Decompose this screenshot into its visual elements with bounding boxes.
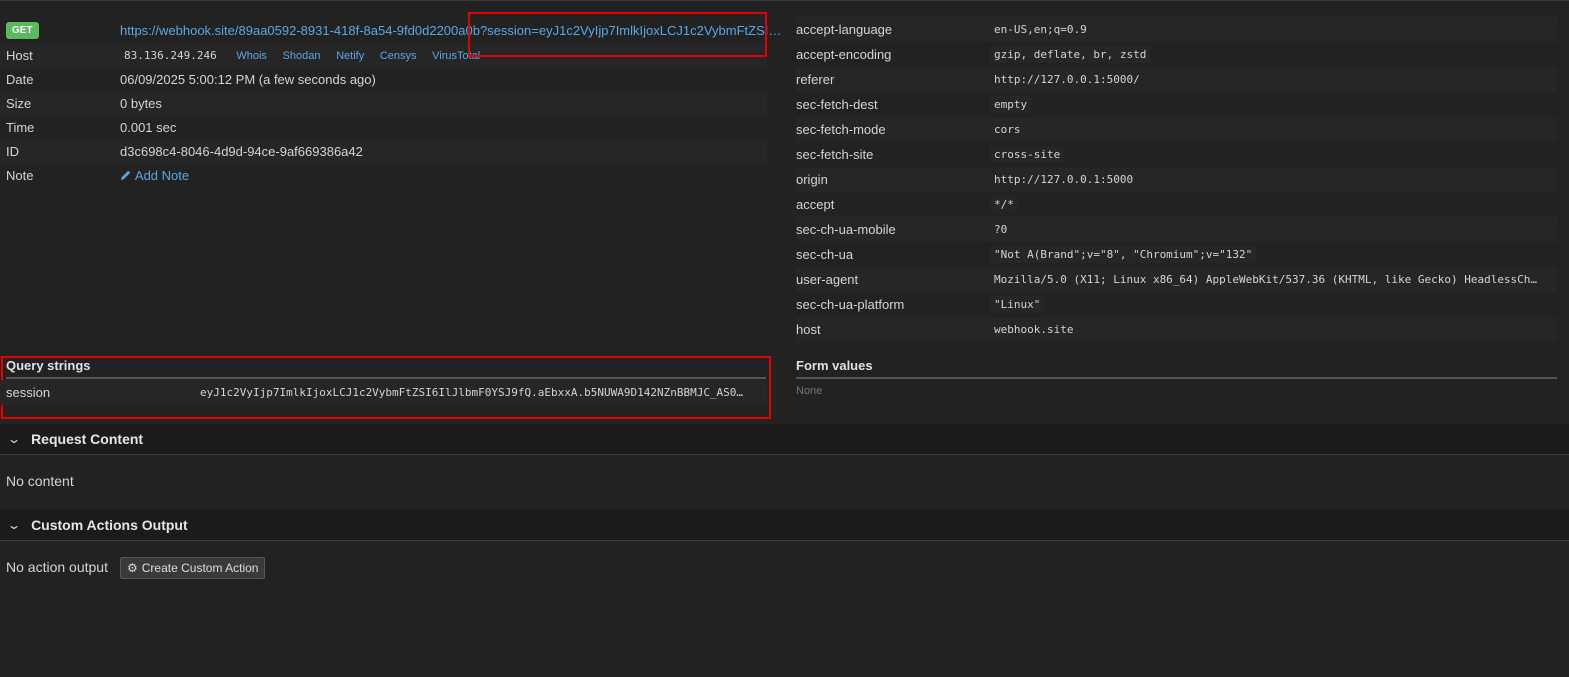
header-value: http://127.0.0.1:5000/ xyxy=(990,71,1144,88)
shodan-link[interactable]: Shodan xyxy=(283,50,321,62)
header-row: sec-fetch-site cross-site xyxy=(796,142,1557,167)
header-value: ?0 xyxy=(990,221,1012,238)
custom-actions-title: Custom Actions Output xyxy=(31,517,188,533)
note-row: Note Add Note xyxy=(0,163,767,187)
header-value: Mozilla/5.0 (X11; Linux x86_64) AppleWeb… xyxy=(990,271,1542,288)
headers-table: accept-language en-US,en;q=0.9 accept-enco… xyxy=(796,17,1557,342)
time-row: Time 0.001 sec xyxy=(0,115,767,139)
size-value: 0 bytes xyxy=(120,95,162,111)
header-key: origin xyxy=(796,172,828,187)
header-key: user-agent xyxy=(796,272,859,287)
date-value: 06/09/2025 5:00:12 PM (a few seconds ago… xyxy=(120,71,376,87)
header-row: accept-language en-US,en;q=0.9 xyxy=(796,17,1557,42)
add-note-label: Add Note xyxy=(134,167,190,183)
header-row: origin http://127.0.0.1:5000 xyxy=(796,167,1557,192)
host-value: 83.136.249.246 Whois Shodan Netify Censy… xyxy=(120,46,480,64)
header-key: sec-ch-ua-mobile xyxy=(796,222,896,237)
query-value: eyJ1c2VyIjp7ImlkIjoxLCJ1c2VybmFtZSI6IlJl… xyxy=(196,384,748,401)
id-row: ID d3c698c4-8046-4d9d-94ce-9af669386a42 xyxy=(0,139,767,163)
header-value: empty xyxy=(990,96,1032,113)
pencil-icon xyxy=(121,170,131,180)
header-key: sec-fetch-site xyxy=(796,147,874,162)
header-row: sec-ch-ua-mobile ?0 xyxy=(796,217,1557,242)
gear-icon: ⚙ xyxy=(127,561,138,575)
header-row: accept */* xyxy=(796,192,1557,217)
size-row: Size 0 bytes xyxy=(0,91,767,115)
query-key: session xyxy=(6,385,51,400)
header-row: referer http://127.0.0.1:5000/ xyxy=(796,67,1557,92)
header-value: http://127.0.0.1:5000 xyxy=(990,171,1138,188)
header-row: user-agent Mozilla/5.0 (X11; Linux x86_64… xyxy=(796,267,1557,292)
censys-link[interactable]: Censys xyxy=(380,50,417,62)
header-value: "Not A(Brand";v="8", "Chromium";v="132" xyxy=(990,246,1257,263)
header-row: sec-fetch-mode cors xyxy=(796,117,1557,142)
time-label: Time xyxy=(6,119,35,135)
header-row: sec-fetch-dest empty xyxy=(796,92,1557,117)
header-key: accept xyxy=(796,197,835,212)
query-strings-title: Query strings xyxy=(6,358,91,373)
header-key: sec-fetch-dest xyxy=(796,97,878,112)
request-content-empty: No content xyxy=(6,473,74,489)
request-content-header[interactable]: ⌄ Request Content xyxy=(0,424,1569,455)
header-row: accept-encoding gzip, deflate, br, zstd xyxy=(796,42,1557,67)
netify-link[interactable]: Netify xyxy=(336,50,364,62)
time-value: 0.001 sec xyxy=(120,119,177,135)
header-key: sec-ch-ua-platform xyxy=(796,297,905,312)
date-label: Date xyxy=(6,71,34,87)
create-custom-action-button[interactable]: ⚙ Create Custom Action xyxy=(120,557,266,579)
custom-actions-empty: No action output xyxy=(6,559,108,575)
header-key: accept-language xyxy=(796,22,893,37)
header-value: cross-site xyxy=(990,146,1065,163)
header-row: sec-ch-ua "Not A(Brand";v="8", "Chromium"… xyxy=(796,242,1557,267)
method-badge: GET xyxy=(6,21,39,39)
query-row-session: session eyJ1c2VyIjp7ImlkIjoxLCJ1c2VybmFt… xyxy=(0,380,767,405)
header-value: */* xyxy=(990,196,1018,213)
header-value: gzip, deflate, br, zstd xyxy=(990,46,1151,63)
header-key: sec-fetch-mode xyxy=(796,122,886,137)
custom-actions-header[interactable]: ⌄ Custom Actions Output xyxy=(0,510,1569,541)
url-query-highlight xyxy=(468,12,767,57)
header-row: host webhook.site xyxy=(796,317,1557,342)
header-key: host xyxy=(796,322,821,337)
date-row: Date 06/09/2025 5:00:12 PM (a few second… xyxy=(0,67,767,91)
header-value: en-US,en;q=0.9 xyxy=(990,21,1091,38)
query-strings-divider xyxy=(6,377,766,379)
form-values-empty: None xyxy=(796,385,823,397)
add-note-link[interactable]: Add Note xyxy=(120,168,189,183)
request-content-title: Request Content xyxy=(31,431,144,447)
header-row: sec-ch-ua-platform "Linux" xyxy=(796,292,1557,317)
form-values-title: Form values xyxy=(796,358,873,373)
size-label: Size xyxy=(6,95,32,111)
header-key: accept-encoding xyxy=(796,47,892,62)
create-custom-action-label: Create Custom Action xyxy=(141,561,259,575)
header-value: "Linux" xyxy=(990,296,1045,313)
chevron-down-icon: ⌄ xyxy=(6,518,22,532)
header-key: referer xyxy=(796,72,835,87)
host-ip: 83.136.249.246 xyxy=(120,46,221,64)
host-label: Host xyxy=(6,47,33,63)
header-key: sec-ch-ua xyxy=(796,247,854,262)
whois-link[interactable]: Whois xyxy=(236,50,267,62)
header-value: cors xyxy=(990,121,1025,138)
chevron-down-icon: ⌄ xyxy=(6,432,22,446)
header-value: webhook.site xyxy=(990,321,1078,338)
note-label: Note xyxy=(6,167,34,183)
id-label: ID xyxy=(6,143,19,159)
form-values-divider xyxy=(796,377,1557,379)
request-url-base[interactable]: https://webhook.site/89aa0592-8931-418f-… xyxy=(120,23,480,38)
id-value: d3c698c4-8046-4d9d-94ce-9af669386a42 xyxy=(120,143,363,159)
